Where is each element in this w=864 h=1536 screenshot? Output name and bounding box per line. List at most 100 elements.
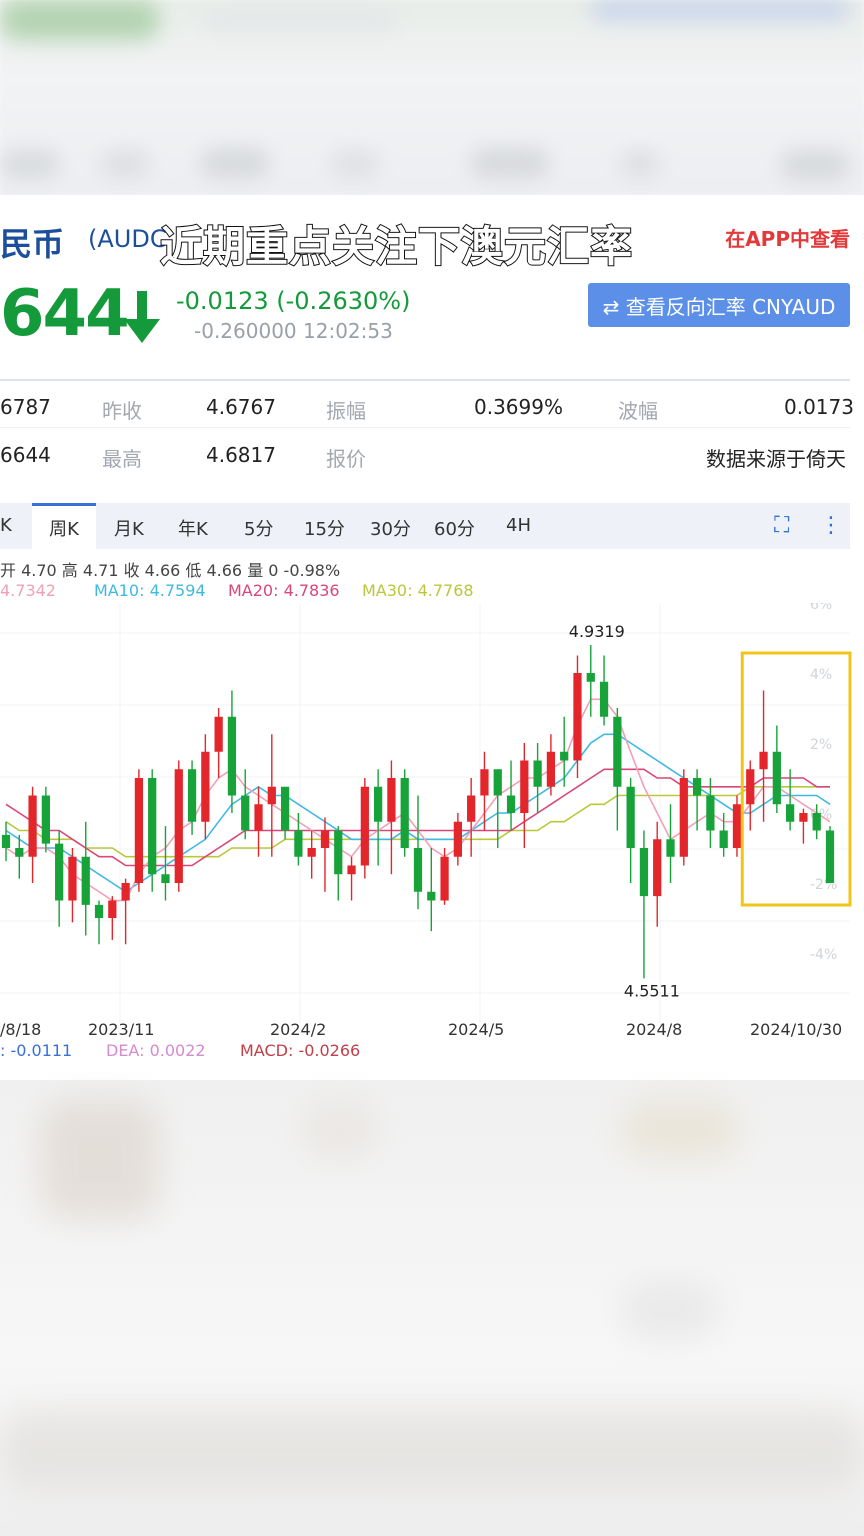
tab-30min[interactable]: 30分 [370,515,411,541]
blurred-block-5 [0,1410,864,1490]
tab-yearly[interactable]: 年K [178,515,208,541]
blurred-block-3 [620,1100,740,1160]
stat-amplitude-value: 0.3699% [474,395,563,419]
blurred-nav-7 [780,150,850,180]
blurred-nav-1 [0,150,60,178]
candle-body [94,904,104,918]
video-caption: 近期重点关注下澳元汇率 [159,221,634,272]
candle-body [746,769,755,805]
candle-body [334,830,343,875]
stat-low-value: 6644 [0,443,51,467]
ma20-legend: MA20: 4.7836 [228,581,340,600]
candle-body [148,778,157,875]
stat-high-label: 最高 [102,447,142,471]
candle-body [400,778,409,848]
divider [0,379,850,381]
max-price-label: 4.9319 [569,622,625,641]
candle-body [772,751,781,805]
candle-body [174,769,183,883]
candle-body [68,856,77,901]
candle-body [546,751,556,787]
candle-body [41,795,50,844]
candle-body [732,804,742,848]
stat-open-value: 6787 [0,395,51,419]
candle-body [719,830,728,848]
candle-body [573,673,582,761]
candle-body [254,804,263,831]
candle-body [320,830,330,848]
blurred-banner [590,0,850,20]
candle-body [15,848,24,857]
stat-prev-close-value: 4.6767 [206,395,276,419]
quote-card: 民币 (AUDC 在APP中查看 近期重点关注下澳元汇率 644 -0.0123… [0,195,864,1080]
tab-60min[interactable]: 60分 [434,515,475,541]
blurred-block-1 [40,1100,160,1220]
x-axis-label: 2023/11 [88,1020,154,1039]
candle-body [613,716,622,787]
x-axis-label: 2024/8 [626,1020,682,1039]
candlestick-chart[interactable]: 6%4%2%0%-2%-4%4.93194.5511/8/18 2023/11 20… [0,603,864,1041]
blurred-nav-2 [100,150,150,178]
candle-body [626,786,635,848]
blurred-nav-4 [330,150,380,178]
right-axis-label: 6% [810,603,832,613]
tab-5min[interactable]: 5分 [244,515,273,541]
tab-15min[interactable]: 15分 [304,515,345,541]
candle-body [187,769,197,822]
candle-body [586,673,595,682]
candle-body [413,848,423,892]
candle-body [307,848,316,857]
candle-body [560,751,569,761]
fullscreen-icon[interactable]: ⛶ [774,513,789,538]
blurred-nav-3 [200,148,270,178]
more-icon[interactable]: ⋮ [820,513,842,538]
change-time: -0.260000 12:02:53 [194,319,393,343]
blurred-search [200,8,400,32]
reverse-rate-button[interactable]: ⇄ 查看反向汇率 CNYAUD [588,283,850,327]
candle-body [28,795,37,857]
candle-body [799,813,808,822]
candle-body [294,830,303,857]
ohlc-legend: 开 4.70 高 4.71 收 4.66 低 4.66 量 0 -0.98% [0,561,341,580]
candle-body [453,821,462,857]
tab-k[interactable]: K [0,515,12,536]
candle-body [467,795,476,822]
candle-body [480,769,489,796]
candle-body [347,865,356,875]
candle-body [692,778,702,796]
candle-body [374,786,383,822]
title-row: 民币 (AUDC 在APP中查看 近期重点关注下澳元汇率 [0,213,864,272]
candle-body [134,778,144,883]
ma-legend: 4.7342 MA10: 4.7594 MA20: 4.7836 MA30: 4… [0,581,500,601]
candle-body [786,804,795,822]
down-arrow-icon [124,291,160,343]
candle-body [759,751,768,770]
candle-body [280,786,290,831]
tab-monthly[interactable]: 月K [114,515,144,541]
candle-body [706,795,715,831]
x-axis-label: 2024/10/30 [750,1020,842,1039]
blurred-logo [0,0,160,40]
open-in-app-link[interactable]: 在APP中查看 [725,223,850,252]
candle-body [201,751,210,822]
candle-body [214,716,223,752]
stat-high-value: 4.6817 [206,443,276,467]
x-axis-label: 2024/5 [448,1020,504,1039]
blurred-nav-6 [620,150,660,178]
candle-body [360,786,369,866]
candle-body [241,795,250,831]
data-source: 数据来源于倚天 [706,447,846,471]
tab-4h[interactable]: 4H [506,515,531,536]
right-axis-label: -4% [810,947,837,963]
candle-body [666,839,675,857]
blurred-top-area [0,0,864,195]
period-tabs: K 周K 月K 年K 5分 15分 30分 60分 4H ⛶ ⋮ [0,503,850,549]
candle-body [653,839,662,897]
candle-body [1,834,11,848]
pair-code: (AUDC [88,225,167,253]
tab-weekly[interactable]: 周K [32,503,96,549]
candle-body [506,795,516,813]
candle-body [161,874,170,883]
candle-body [121,883,130,901]
stats-divider [0,427,850,428]
